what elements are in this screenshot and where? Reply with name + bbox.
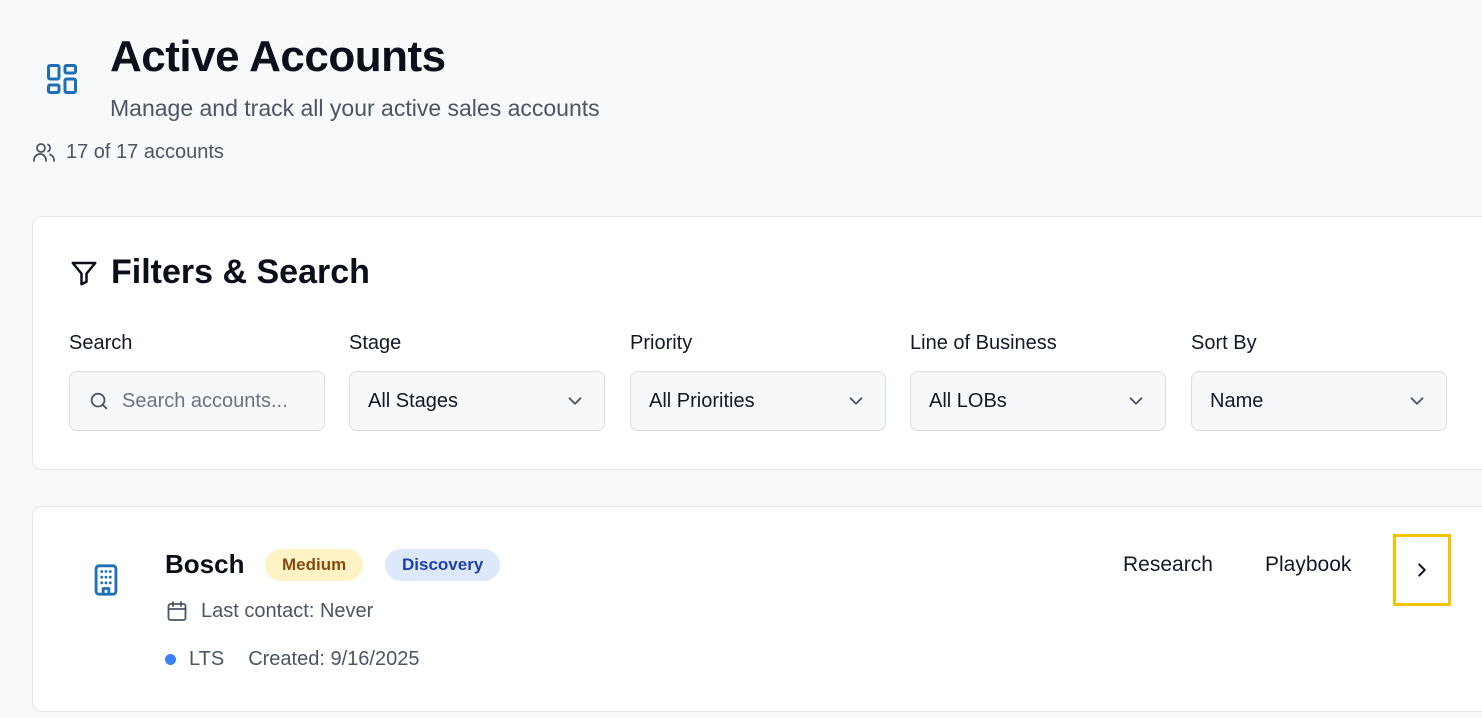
created-date: Created: 9/16/2025 — [248, 648, 420, 670]
page-subtitle: Manage and track all your active sales a… — [110, 95, 600, 121]
sort-label: Sort By — [1191, 332, 1257, 354]
search-icon — [90, 392, 108, 410]
stage-label: Stage — [349, 332, 402, 354]
account-card[interactable]: Bosch Medium Discovery Last contact: Nev… — [32, 506, 1482, 712]
research-button[interactable]: Research — [1123, 553, 1213, 577]
search-filter: Search Search accounts... — [69, 331, 325, 431]
users-icon — [33, 143, 55, 162]
last-contact-text: Last contact: Never — [201, 599, 374, 622]
last-contact: Last contact: Never — [165, 599, 373, 623]
chevron-down-icon — [568, 397, 582, 405]
lob-select-value: All LOBs — [929, 389, 1007, 412]
lob-select[interactable]: All LOBs — [910, 371, 1166, 431]
account-count-text: 17 of 17 accounts — [66, 140, 224, 163]
priority-select-value: All Priorities — [649, 389, 755, 412]
priority-badge: Medium — [265, 549, 364, 581]
filters-heading: Filters & Search — [69, 253, 370, 292]
active-accounts-page: Active Accounts Manage and track all you… — [0, 0, 1482, 718]
lob-filter: Line of Business All LOBs — [910, 331, 1166, 431]
chevron-down-icon — [849, 397, 863, 405]
account-meta: LTS Created: 9/16/2025 — [165, 648, 419, 671]
account-count: 17 of 17 accounts — [32, 140, 224, 164]
stage-select[interactable]: All Stages — [349, 371, 605, 431]
chevron-down-icon — [1129, 397, 1143, 405]
chevron-right-icon — [1418, 563, 1426, 577]
lob-label: Line of Business — [910, 332, 1057, 354]
sort-filter: Sort By Name — [1191, 331, 1447, 431]
chevron-down-icon — [1410, 397, 1424, 405]
sort-select[interactable]: Name — [1191, 371, 1447, 431]
stage-select-value: All Stages — [368, 389, 459, 412]
sort-select-value: Name — [1210, 389, 1264, 412]
page-title: Active Accounts — [110, 32, 446, 81]
account-name: Bosch — [165, 549, 245, 579]
priority-filter: Priority All Priorities — [630, 331, 886, 431]
filters-card: Filters & Search Search Search accounts.… — [32, 216, 1482, 470]
lob-text: LTS — [189, 648, 225, 670]
stage-badge: Discovery — [385, 549, 501, 581]
lob-dot — [165, 654, 176, 665]
search-input[interactable]: Search accounts... — [69, 371, 325, 431]
priority-label: Priority — [630, 332, 693, 354]
stage-filter: Stage All Stages — [349, 331, 605, 431]
open-account-button[interactable] — [1393, 534, 1451, 606]
building-icon — [89, 563, 123, 597]
priority-select[interactable]: All Priorities — [630, 371, 886, 431]
filter-funnel-icon — [71, 261, 97, 285]
search-label: Search — [69, 332, 133, 354]
search-placeholder: Search accounts... — [122, 389, 288, 412]
calendar-icon — [167, 601, 187, 621]
filters-title: Filters & Search — [111, 253, 370, 291]
dashboard-grid-icon — [44, 61, 80, 97]
playbook-button[interactable]: Playbook — [1265, 553, 1351, 577]
